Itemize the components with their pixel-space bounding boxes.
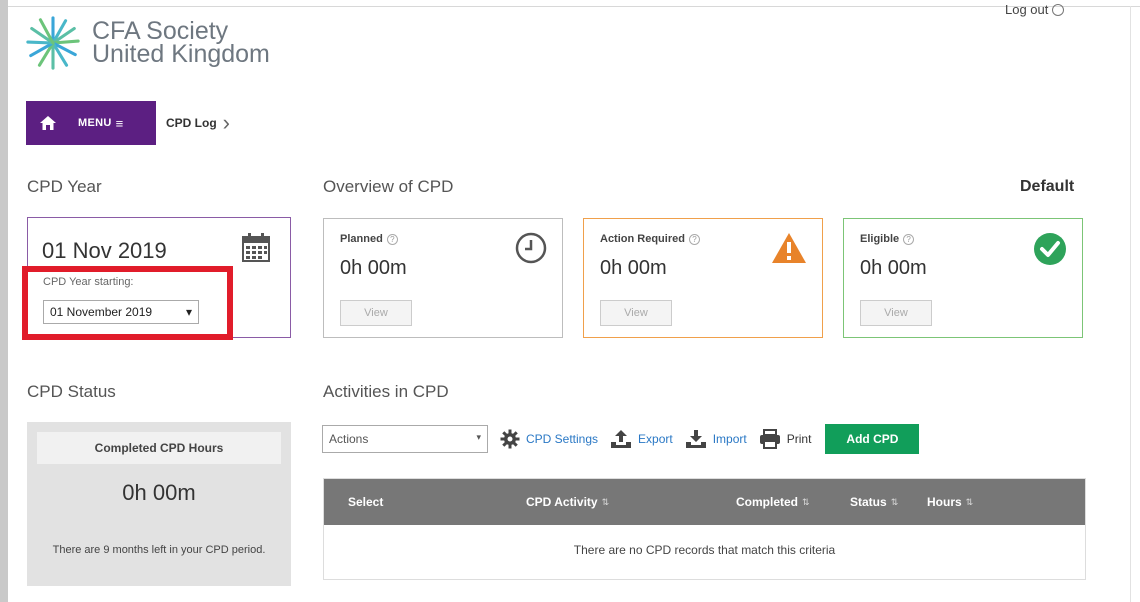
completed-hours-value: 0h 00m — [122, 480, 196, 505]
calendar-icon — [242, 233, 270, 262]
export-button[interactable]: Export — [610, 429, 673, 449]
add-cpd-button[interactable]: Add CPD — [825, 424, 920, 454]
cfa-emblem-icon — [26, 16, 80, 70]
help-icon[interactable]: ? — [386, 233, 398, 245]
planned-title: Planned ? — [340, 233, 398, 245]
action-required-view-button[interactable]: View — [600, 300, 672, 326]
planned-value: 0h 00m — [340, 257, 407, 279]
help-icon[interactable]: ? — [688, 233, 700, 245]
upload-icon — [611, 430, 632, 448]
eligible-view-button[interactable]: View — [860, 300, 932, 326]
action-required-title-text: Action Required — [600, 233, 685, 245]
menu-button[interactable]: MENU ≡ — [26, 101, 156, 145]
planned-title-text: Planned — [340, 233, 383, 245]
cpd-activities-table: Select CPD Activity ⇅ Completed ⇅ Status… — [323, 478, 1086, 580]
hamburger-icon: ≡ — [115, 115, 124, 131]
sort-icon: ⇅ — [601, 496, 610, 507]
column-completed[interactable]: Completed ⇅ — [736, 495, 810, 509]
action-required-title: Action Required ? — [600, 233, 700, 245]
column-cpd-activity[interactable]: CPD Activity ⇅ — [526, 495, 609, 509]
column-hours-label: Hours — [927, 495, 962, 509]
planned-card: Planned ? 0h 00m View — [323, 218, 563, 338]
download-icon — [685, 430, 706, 448]
action-required-card: Action Required ? 0h 00m View — [583, 218, 823, 338]
printer-icon — [759, 429, 780, 449]
cpd-status-panel: Completed CPD Hours 0h 00m There are 9 m… — [27, 422, 291, 586]
logo-line-2: United Kingdom — [92, 40, 270, 68]
breadcrumb-cpd-log: CPD Log — [166, 116, 217, 130]
cpd-settings-label: CPD Settings — [526, 432, 599, 446]
print-button[interactable]: Print — [759, 429, 812, 449]
eligible-value: 0h 00m — [860, 257, 927, 279]
eligible-title-text: Eligible — [860, 233, 900, 245]
window-top-edge — [8, 6, 1140, 7]
cpd-year-select[interactable]: 01 November 2019 ▾ — [43, 300, 199, 324]
export-label: Export — [638, 432, 673, 446]
cpd-status-heading: CPD Status — [27, 382, 116, 401]
overview-heading: Overview of CPD — [323, 177, 454, 196]
column-cpd-activity-label: CPD Activity — [526, 495, 598, 509]
menu-label: MENU — [78, 117, 112, 129]
planned-view-button[interactable]: View — [340, 300, 412, 326]
window-right-edge — [1130, 6, 1131, 602]
logout-link[interactable]: Log out — [1005, 2, 1065, 17]
check-circle-icon — [1034, 233, 1066, 265]
power-icon — [1052, 3, 1065, 16]
dropdown-arrow-icon: ▾ — [185, 305, 192, 319]
eligible-card: Eligible ? 0h 00m View — [843, 218, 1083, 338]
gear-icon — [500, 429, 520, 449]
home-icon[interactable] — [26, 101, 70, 145]
cpd-year-panel: 01 Nov 2019 CPD Year starting: 01 Novemb… — [27, 217, 291, 338]
months-left-note: There are 9 months left in your CPD peri… — [52, 544, 266, 556]
sort-icon: ⇅ — [890, 496, 899, 507]
dropdown-arrow-icon: ▾ — [476, 432, 481, 442]
top-nav: MENU ≡ CPD Log › — [26, 101, 230, 145]
table-header: Select CPD Activity ⇅ Completed ⇅ Status… — [324, 479, 1085, 525]
cpd-year-selected-value: 01 November 2019 — [50, 305, 153, 319]
breadcrumb[interactable]: CPD Log › — [166, 110, 230, 136]
column-status[interactable]: Status ⇅ — [850, 495, 898, 509]
cfa-logo[interactable]: CFA Society United Kingdom — [24, 14, 270, 72]
logout-label: Log out — [1005, 2, 1049, 17]
window-left-edge — [0, 0, 8, 602]
activities-heading: Activities in CPD — [323, 382, 449, 401]
sort-icon: ⇅ — [802, 496, 810, 507]
column-completed-label: Completed — [736, 495, 799, 509]
column-select-label: Select — [348, 495, 384, 509]
clock-icon — [515, 232, 547, 264]
eligible-title: Eligible ? — [860, 233, 915, 245]
cpd-year-starting-label: CPD Year starting: — [43, 276, 134, 288]
sort-icon: ⇅ — [965, 496, 974, 507]
cpd-settings-button[interactable]: CPD Settings — [500, 429, 598, 449]
chevron-right-icon: › — [222, 110, 230, 135]
import-button[interactable]: Import — [685, 429, 747, 449]
import-label: Import — [712, 432, 747, 446]
column-select[interactable]: Select — [348, 495, 383, 509]
action-required-value: 0h 00m — [600, 257, 667, 279]
cpd-year-date: 01 Nov 2019 — [42, 238, 167, 263]
completed-hours-title: Completed CPD Hours — [37, 432, 281, 464]
default-label: Default — [1020, 178, 1075, 195]
warning-icon — [772, 233, 806, 263]
help-icon[interactable]: ? — [903, 233, 915, 245]
empty-table-message: There are no CPD records that match this… — [573, 543, 836, 557]
actions-selected-value: Actions — [329, 432, 369, 446]
column-hours[interactable]: Hours ⇅ — [927, 495, 973, 509]
cpd-year-heading: CPD Year — [27, 177, 102, 196]
activities-toolbar: Actions ▾ CPD Settings Export Import Pri… — [322, 424, 920, 454]
print-label: Print — [786, 432, 812, 446]
logo-wordmark: CFA Society United Kingdom — [92, 19, 270, 68]
column-status-label: Status — [850, 495, 887, 509]
actions-select[interactable]: Actions ▾ — [322, 425, 488, 453]
